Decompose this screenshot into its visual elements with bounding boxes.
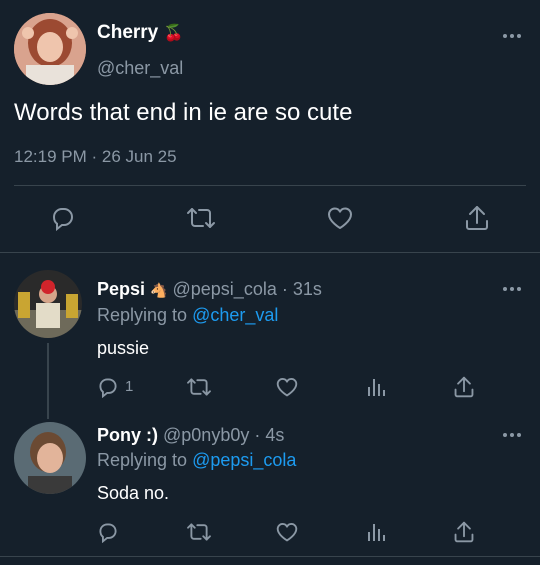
retweet-icon[interactable]: [186, 376, 212, 398]
analytics-icon[interactable]: [366, 522, 386, 542]
more-options-icon[interactable]: [501, 31, 523, 41]
more-options-icon[interactable]: [501, 430, 523, 440]
like-icon[interactable]: [275, 376, 299, 398]
thread-line: [47, 343, 49, 419]
tweet-time[interactable]: · 31s: [282, 279, 322, 299]
retweet-icon[interactable]: [186, 205, 216, 231]
avatar[interactable]: [14, 13, 86, 85]
divider: [14, 185, 526, 186]
tweet-time[interactable]: · 4s: [254, 425, 284, 445]
reply-icon[interactable]: [50, 205, 76, 231]
author-name[interactable]: Pepsi: [97, 279, 145, 299]
author-handle[interactable]: @cher_val: [97, 58, 183, 79]
retweet-icon[interactable]: [186, 521, 212, 543]
tweet-text: Words that end in ie are so cute: [14, 99, 353, 126]
cherry-emoji: 🍒: [163, 25, 184, 42]
like-icon[interactable]: [275, 521, 299, 543]
divider: [0, 252, 540, 253]
reply-icon[interactable]: [97, 521, 119, 543]
author-handle[interactable]: @p0nyb0y: [163, 425, 249, 445]
author-name[interactable]: Pony :): [97, 425, 158, 445]
analytics-icon[interactable]: [366, 377, 386, 397]
replying-label: Replying to: [97, 450, 188, 470]
replying-to-link[interactable]: @cher_val: [192, 305, 278, 325]
author-handle[interactable]: @pepsi_cola: [173, 279, 277, 299]
share-icon[interactable]: [464, 204, 490, 232]
author-name[interactable]: Cherry: [97, 22, 158, 43]
tweet-text: pussie: [97, 338, 150, 358]
avatar[interactable]: [14, 422, 86, 494]
share-icon[interactable]: [453, 375, 475, 399]
horse-emoji: 🐴: [150, 282, 168, 298]
reply-icon[interactable]: [97, 376, 119, 398]
tweet-text: Soda no.: [97, 483, 170, 503]
like-icon[interactable]: [326, 205, 354, 231]
replying-to-link[interactable]: @pepsi_cola: [192, 450, 296, 470]
reply-count: 1: [125, 378, 134, 395]
share-icon[interactable]: [453, 520, 475, 544]
replying-label: Replying to: [97, 305, 188, 325]
more-options-icon[interactable]: [501, 284, 523, 294]
divider: [0, 556, 540, 557]
tweet-timestamp[interactable]: 12:19 PM · 26 Jun 25: [14, 147, 177, 167]
avatar[interactable]: [14, 270, 82, 338]
